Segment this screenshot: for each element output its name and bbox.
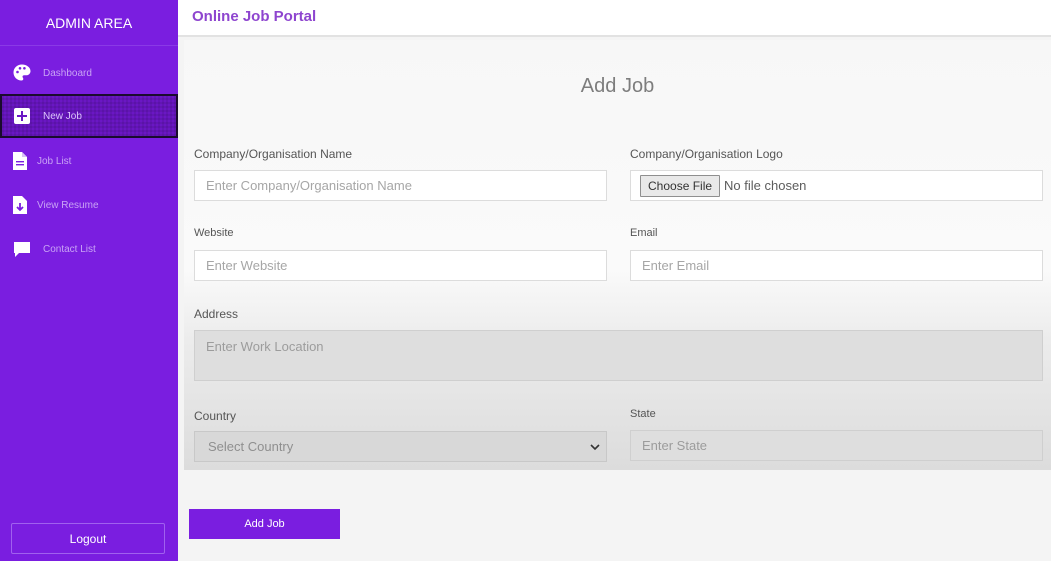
sidebar-item-label: New Job (43, 110, 82, 122)
sidebar-item-label: View Resume (37, 199, 99, 211)
palette-icon (11, 62, 33, 84)
sidebar-title: ADMIN AREA (0, 0, 178, 46)
company-name-label: Company/Organisation Name (194, 147, 353, 161)
logout-button[interactable]: Logout (11, 523, 165, 554)
company-name-input[interactable]: Enter Company/Organisation Name (194, 170, 607, 201)
website-label: Website (194, 227, 234, 239)
sidebar-item-view-resume[interactable]: View Resume (0, 183, 178, 227)
document-icon (9, 150, 31, 172)
company-logo-label: Company/Organisation Logo (630, 147, 783, 161)
top-header: Online Job Portal (178, 0, 1051, 37)
chevron-down-icon (590, 439, 600, 454)
state-label: State (630, 408, 656, 420)
email-input[interactable]: Enter Email (630, 250, 1043, 281)
sidebar-item-label: Dashboard (43, 67, 92, 79)
chat-bubble-icon (11, 238, 33, 260)
address-label: Address (194, 307, 239, 321)
portal-title: Online Job Portal (192, 8, 317, 25)
sidebar-item-contact-list[interactable]: Contact List (0, 227, 178, 271)
download-file-icon (9, 194, 31, 216)
address-input[interactable]: Enter Work Location (194, 330, 1043, 381)
country-label: Country (194, 409, 237, 423)
sidebar-item-label: Contact List (43, 243, 96, 255)
state-input[interactable]: Enter State (630, 430, 1043, 461)
add-job-form: Add Job Company/Organisation Name Enter … (184, 40, 1051, 470)
company-logo-file-input[interactable]: Choose File No file chosen (630, 170, 1043, 201)
website-input[interactable]: Enter Website (194, 250, 607, 281)
sidebar-item-dashboard[interactable]: Dashboard (0, 51, 178, 95)
sidebar-item-new-job[interactable]: New Job (0, 94, 178, 138)
page-title: Add Job (580, 75, 655, 97)
add-job-button[interactable]: Add Job (189, 509, 340, 539)
email-label: Email (630, 227, 658, 239)
file-status-text: No file chosen (724, 178, 807, 193)
sidebar-item-label: Job List (37, 155, 72, 167)
choose-file-button[interactable]: Choose File (640, 174, 721, 197)
country-select[interactable]: Select Country (194, 431, 607, 462)
country-select-value: Select Country (208, 439, 294, 454)
plus-square-icon (11, 105, 33, 127)
sidebar-item-job-list[interactable]: Job List (0, 139, 178, 183)
sidebar: ADMIN AREA Dashboard New Job Job List Vi… (0, 0, 178, 561)
